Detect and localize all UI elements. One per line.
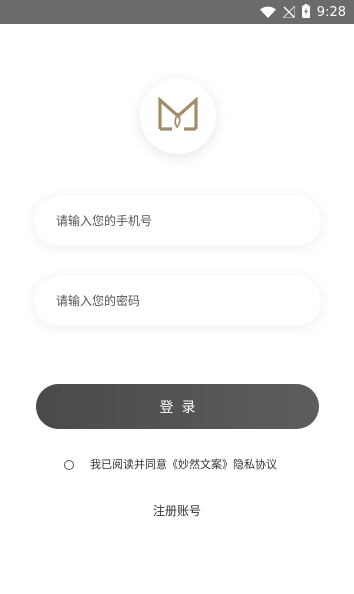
wifi-icon — [259, 3, 276, 22]
phone-input[interactable] — [34, 196, 321, 246]
password-input[interactable] — [34, 276, 321, 326]
battery-charging-icon — [301, 3, 310, 22]
app-logo — [140, 78, 216, 154]
no-signal-icon — [281, 3, 296, 22]
login-button[interactable]: 登录 — [36, 384, 319, 429]
phone-field[interactable] — [34, 196, 321, 246]
status-bar: 9:28 — [0, 0, 354, 24]
register-link[interactable]: 注册账号 — [0, 502, 354, 519]
password-field[interactable] — [34, 276, 321, 326]
status-time: 9:28 — [316, 4, 346, 20]
status-icons: 9:28 — [259, 0, 346, 24]
brand-m-logo-icon — [157, 96, 199, 135]
agreement-radio[interactable] — [64, 460, 74, 470]
agreement-text[interactable]: 我已阅读并同意《妙然文案》隐私协议 — [90, 456, 277, 472]
